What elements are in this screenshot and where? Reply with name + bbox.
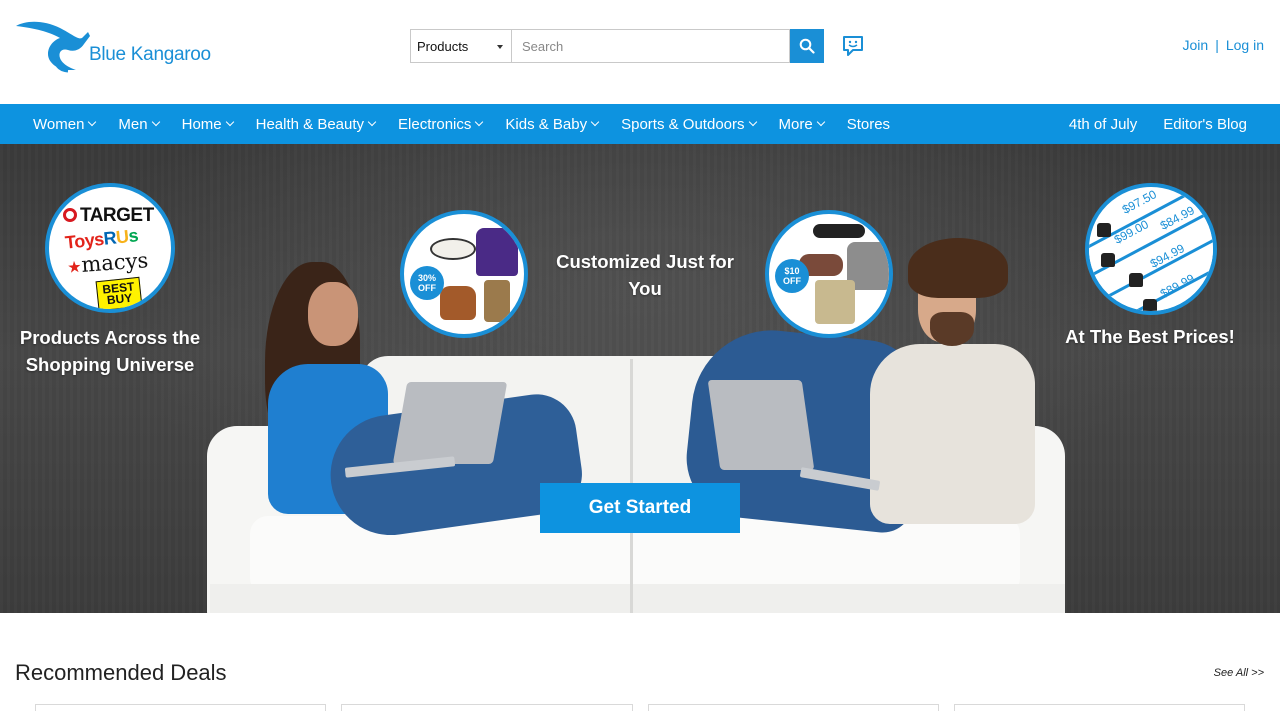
badge-line2: OFF — [783, 276, 801, 286]
nav-item-more[interactable]: More — [778, 115, 825, 133]
nav-item-kids-baby[interactable]: Kids & Baby — [505, 115, 600, 133]
chevron-down-icon — [590, 117, 600, 127]
woman-face — [308, 282, 358, 346]
nav-item-men[interactable]: Men — [118, 115, 160, 133]
search-button[interactable] — [790, 29, 824, 63]
deal-card[interactable] — [648, 704, 939, 711]
nav-item-4th-of-july[interactable]: 4th of July — [1069, 116, 1137, 133]
see-all-link[interactable]: See All >> — [1214, 667, 1264, 679]
search-icon — [799, 38, 815, 54]
target-text: TARGET — [80, 205, 154, 226]
deal-card[interactable] — [35, 704, 326, 711]
logo-text: Blue Kangaroo — [89, 44, 211, 65]
kangaroo-logo-icon — [16, 21, 90, 73]
sunglasses-image — [813, 224, 865, 238]
target-logo: TARGET — [63, 205, 154, 227]
hero-caption-customized: Customized Just for You — [556, 251, 734, 299]
bag-icon — [1097, 223, 1111, 237]
man-figure — [870, 344, 1035, 524]
caret-down-icon — [497, 45, 503, 49]
nav-item-home[interactable]: Home — [181, 115, 234, 133]
search-bar: Products — [410, 29, 824, 63]
bag-icon — [1101, 253, 1115, 267]
hat-image — [430, 238, 476, 260]
bestbuy-logo: BEST BUY — [95, 276, 143, 309]
auth-links: Join | Log in — [1183, 37, 1264, 53]
laptop-left-image — [392, 382, 508, 464]
brands-circle: TARGET ToysRUs ★macys BEST BUY — [45, 183, 175, 313]
deal-card[interactable] — [341, 704, 633, 711]
nav-item-editors-blog[interactable]: Editor's Blog — [1163, 116, 1247, 133]
nav-item-label: Home — [181, 115, 222, 133]
section-title: Recommended Deals — [15, 660, 227, 685]
chevron-down-icon — [748, 117, 757, 127]
chevron-down-icon — [816, 117, 825, 127]
badge-line1: 30% — [417, 273, 436, 283]
couch-base — [210, 584, 1065, 613]
toysrus-part: s — [127, 225, 139, 247]
logo[interactable]: Blue Kangaroo — [14, 18, 214, 76]
shoe-image — [484, 280, 510, 322]
site-header: Blue Kangaroo Products Join | Log in — [0, 0, 1280, 104]
nav-item-label: Editor's Blog — [1163, 115, 1247, 133]
laptop-right-image — [707, 380, 815, 470]
chevron-down-icon — [367, 117, 377, 127]
main-nav: Women Men Home Health & Beauty Electroni… — [0, 104, 1280, 144]
prices-circle: $97.50 $99.00 $84.99 $94.99 $89.99 — [1085, 183, 1217, 315]
search-input[interactable] — [511, 29, 790, 63]
bag-icon — [1143, 299, 1157, 311]
nav-item-health-beauty[interactable]: Health & Beauty — [255, 115, 377, 133]
target-bullseye-icon — [63, 208, 77, 222]
auth-separator: | — [1215, 37, 1219, 53]
hero-caption-products: Products Across the Shopping Universe — [19, 327, 201, 375]
bag-icon — [1129, 273, 1143, 287]
chevron-down-icon — [88, 117, 97, 127]
chevron-down-icon — [475, 117, 484, 127]
hero-banner: TARGET ToysRUs ★macys BEST BUY 30% OFF $10… — [0, 144, 1280, 613]
nav-item-sports-outdoors[interactable]: Sports & Outdoors — [621, 115, 757, 133]
search-category-select[interactable]: Products — [410, 29, 511, 63]
nav-item-women[interactable]: Women — [33, 115, 97, 133]
chevron-down-icon — [225, 117, 234, 127]
womens-products-circle: 30% OFF — [400, 210, 528, 338]
badge-line1: $10 — [784, 266, 800, 276]
toysrus-part: Toys — [64, 228, 105, 253]
nav-item-label: Health & Beauty — [255, 115, 365, 133]
chat-icon[interactable] — [842, 35, 864, 57]
nav-extras: 4th of July Editor's Blog — [1069, 104, 1247, 144]
get-started-button[interactable]: Get Started — [540, 483, 740, 533]
nav-item-label: 4th of July — [1068, 115, 1138, 133]
nav-item-label: More — [778, 115, 813, 133]
search-category-value: Products — [417, 39, 469, 54]
nav-item-stores[interactable]: Stores — [847, 116, 890, 133]
macys-logo: ★macys — [66, 248, 149, 278]
nav-item-electronics[interactable]: Electronics — [398, 115, 484, 133]
nav-item-label: Kids & Baby — [505, 115, 588, 133]
chevron-down-icon — [151, 117, 160, 127]
deal-card[interactable] — [954, 704, 1245, 711]
handbag-image — [440, 286, 476, 320]
nav-item-label: Stores — [846, 115, 891, 133]
dollar-off-badge: $10 OFF — [775, 259, 809, 293]
nav-item-label: Sports & Outdoors — [621, 115, 745, 133]
nav-item-label: Women — [33, 115, 85, 133]
shorts-image — [815, 280, 855, 324]
login-link[interactable]: Log in — [1226, 37, 1264, 53]
nav-item-label: Men — [118, 115, 148, 133]
mens-products-circle: $10 OFF — [765, 210, 893, 338]
tshirt-image — [476, 228, 518, 276]
nav-categories: Women Men Home Health & Beauty Electroni… — [33, 104, 913, 144]
bestbuy-line2: BUY — [106, 290, 133, 308]
badge-line2: OFF — [418, 283, 436, 293]
man-beard — [930, 312, 974, 346]
discount-badge: 30% OFF — [410, 266, 444, 300]
nav-item-label: Electronics — [398, 115, 472, 133]
macys-text: macys — [80, 248, 149, 277]
join-link[interactable]: Join — [1183, 37, 1209, 53]
hero-caption-prices: At The Best Prices! — [1065, 326, 1235, 347]
man-hair — [908, 238, 1008, 298]
